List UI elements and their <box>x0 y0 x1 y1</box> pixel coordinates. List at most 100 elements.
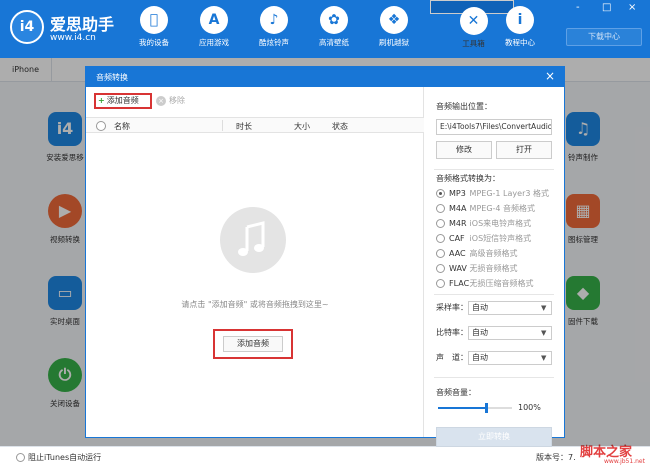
radio-icon <box>436 249 445 258</box>
format-name: WAV <box>449 264 467 273</box>
column-duration[interactable]: 时长 <box>236 121 252 132</box>
select-value: 自动 <box>472 353 488 362</box>
convert-now-button[interactable]: 立即转换 <box>436 427 552 447</box>
audio-convert-dialog: 音频转换 × + 添加音频 × 移除 名称 时长 大小 状态 请点击 "添加音频" … <box>85 66 565 447</box>
format-option-m4a[interactable]: M4A MPEG-4 音频格式 <box>436 203 535 214</box>
format-option-m4r[interactable]: M4R iOS来电铃声格式 <box>436 218 531 229</box>
nav-wallpapers[interactable]: ✿ 高清壁纸 <box>304 0 364 58</box>
volume-label: 音频音量： <box>436 388 476 397</box>
format-desc: 无损音频格式 <box>469 264 518 273</box>
divider <box>434 169 554 170</box>
modify-button[interactable]: 修改 <box>436 141 492 159</box>
divider <box>434 377 554 378</box>
radio-icon <box>436 219 445 228</box>
format-desc: 高级音频格式 <box>469 249 518 258</box>
block-itunes-label: 阻止iTunes自动运行 <box>28 453 102 462</box>
format-name: AAC <box>449 249 466 258</box>
chevron-down-icon: ▼ <box>541 304 547 312</box>
column-divider <box>222 120 223 131</box>
radio-icon <box>436 279 445 288</box>
volume-slider-handle[interactable] <box>485 403 489 413</box>
radio-icon <box>16 453 25 462</box>
nav-ringtones[interactable]: ♪ 酷炫铃声 <box>244 0 304 58</box>
open-button[interactable]: 打开 <box>496 141 552 159</box>
nav-label: 刷机越狱 <box>379 38 409 47</box>
bell-icon: ♪ <box>260 6 288 34</box>
watermark-url: www.jb51.net <box>604 458 645 465</box>
add-audio-center-button[interactable]: 添加音频 <box>223 336 283 352</box>
select-value: 自动 <box>472 328 488 337</box>
divider <box>434 294 554 295</box>
format-option-mp3[interactable]: MP3 MPEG-1 Layer3 格式 <box>436 188 549 199</box>
format-option-flac[interactable]: FLAC 无损压缩音频格式 <box>436 278 534 289</box>
output-path-field[interactable]: E:\i4Tools7\Files\ConvertAudio <box>436 119 552 135</box>
brand-name: 爱思助手 <box>50 15 115 34</box>
block-itunes-toggle[interactable]: 阻止iTunes自动运行 <box>16 452 101 463</box>
sample-rate-select[interactable]: 自动 ▼ <box>468 301 552 315</box>
nav-label: 工具箱 <box>462 39 485 48</box>
nav-label: 高清壁纸 <box>319 38 349 47</box>
select-value: 自动 <box>472 303 488 312</box>
settings-pane: 音频输出位置： E:\i4Tools7\Files\ConvertAudio 修… <box>424 87 564 447</box>
format-option-aac[interactable]: AAC 高级音频格式 <box>436 248 518 259</box>
radio-icon <box>436 264 445 273</box>
format-name: M4A <box>449 204 467 213</box>
top-navigation-bar: i4 爱思助手 www.i4.cn  我的设备 A 应用游戏 ♪ 酷炫铃声 ✿… <box>0 0 650 58</box>
nav-label: 应用游戏 <box>199 38 229 47</box>
dialog-header: 音频转换 × <box>86 67 564 87</box>
select-all-checkbox[interactable] <box>96 121 106 131</box>
format-label: 音频格式转换为： <box>436 174 500 183</box>
flower-icon: ✿ <box>320 6 348 34</box>
format-name: MP3 <box>449 189 466 198</box>
apple-icon:  <box>140 6 168 34</box>
tools-icon: ✕ <box>459 7 488 35</box>
add-file-icon: + <box>98 96 105 105</box>
format-option-wav[interactable]: WAV 无损音频格式 <box>436 263 518 274</box>
brand-url: www.i4.cn <box>50 33 96 43</box>
remove-icon: × <box>156 96 166 106</box>
format-name: M4R <box>449 219 467 228</box>
bit-rate-select[interactable]: 自动 ▼ <box>468 326 552 340</box>
volume-value: 100% <box>518 403 541 412</box>
volume-slider-fill <box>438 407 487 409</box>
volume-slider[interactable] <box>438 403 512 413</box>
format-desc: MPEG-4 音频格式 <box>469 204 536 213</box>
status-bar: 阻止iTunes自动运行 版本号：7. <box>0 446 650 468</box>
audio-list-pane: + 添加音频 × 移除 名称 时长 大小 状态 请点击 "添加音频" 或将音频拖拽到… <box>86 87 424 437</box>
format-option-caf[interactable]: CAF iOS短信铃声格式 <box>436 233 531 244</box>
app-store-icon: A <box>200 6 228 34</box>
channel-label: 声 道： <box>436 353 468 362</box>
version-label: 版本号：7. <box>536 453 576 462</box>
channel-select[interactable]: 自动 ▼ <box>468 351 552 365</box>
format-desc: 无损压缩音频格式 <box>469 279 534 288</box>
radio-icon <box>436 234 445 243</box>
music-note-icon <box>220 207 286 273</box>
remove-button[interactable]: × 移除 <box>156 95 185 106</box>
format-name: FLAC <box>449 279 470 288</box>
nav-label: 酷炫铃声 <box>259 38 289 47</box>
close-window-button[interactable]: × <box>628 3 636 13</box>
minimize-button[interactable]: - <box>576 3 580 13</box>
nav-tutorials[interactable]: i 教程中心 <box>490 0 550 58</box>
download-center-button[interactable]: 下载中心 <box>566 28 642 46</box>
format-desc: MPEG-1 Layer3 格式 <box>469 189 549 198</box>
table-header: 名称 时长 大小 状态 <box>86 117 424 133</box>
column-status[interactable]: 状态 <box>332 121 348 132</box>
maximize-button[interactable]: □ <box>602 3 611 13</box>
chevron-down-icon: ▼ <box>541 354 547 362</box>
column-size[interactable]: 大小 <box>294 121 310 132</box>
dropbox-icon: ❖ <box>380 6 408 34</box>
nav-my-device[interactable]:  我的设备 <box>124 0 184 58</box>
nav-flash-jailbreak[interactable]: ❖ 刷机越狱 <box>364 0 424 58</box>
nav-apps-games[interactable]: A 应用游戏 <box>184 0 244 58</box>
column-name[interactable]: 名称 <box>114 121 130 132</box>
add-audio-highlight: 添加音频 <box>213 329 293 359</box>
radio-icon <box>436 204 445 213</box>
radio-selected-icon <box>436 189 445 198</box>
empty-hint: 请点击 "添加音频" 或将音频拖拽到这里~ <box>181 300 329 309</box>
add-audio-label: 添加音频 <box>106 96 139 105</box>
remove-label: 移除 <box>169 96 185 105</box>
dialog-close-button[interactable]: × <box>545 69 555 83</box>
chevron-down-icon: ▼ <box>541 329 547 337</box>
add-audio-button[interactable]: + 添加音频 <box>94 93 152 109</box>
